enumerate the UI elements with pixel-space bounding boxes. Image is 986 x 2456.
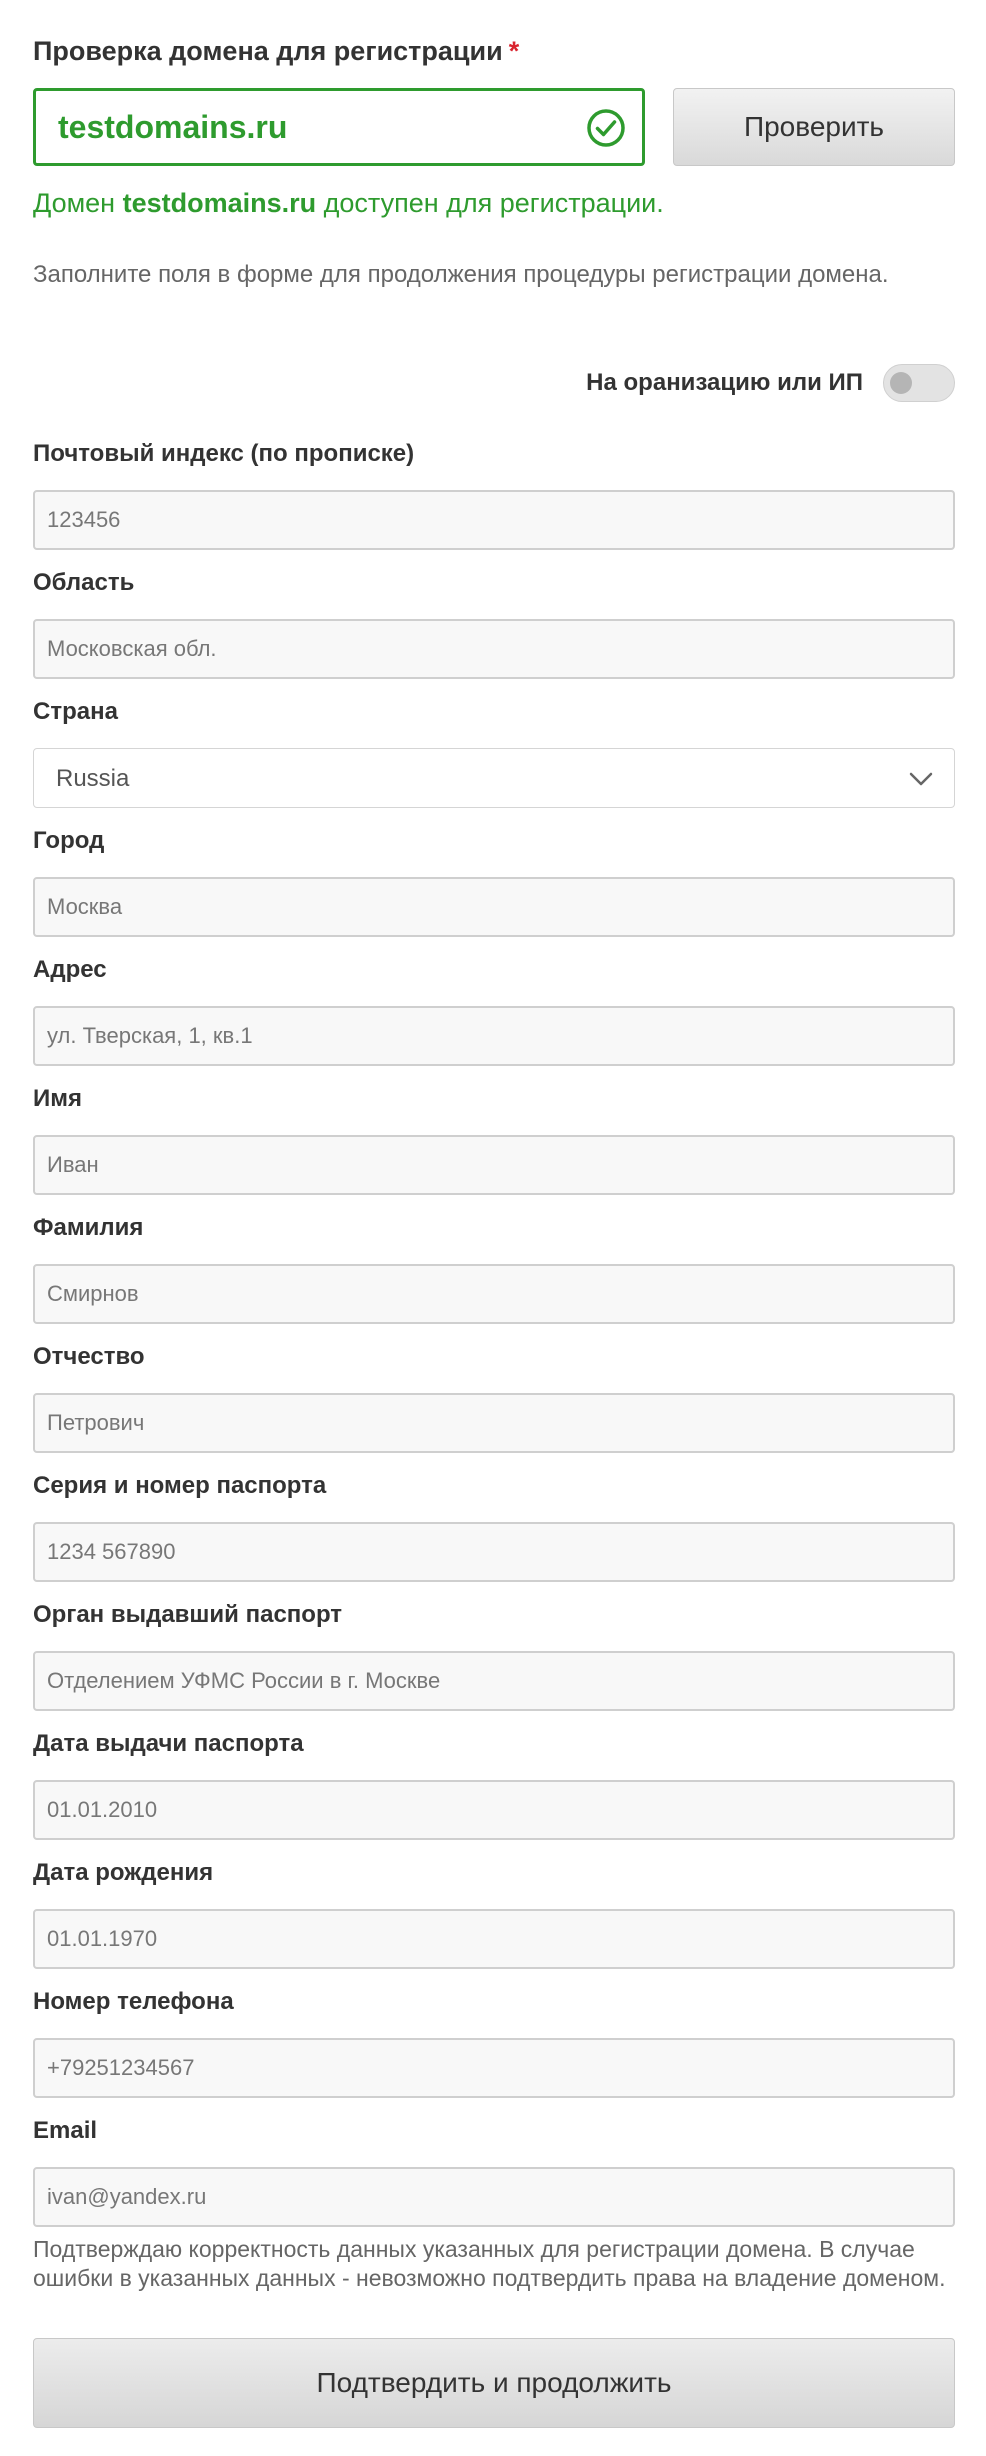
first-name-input[interactable] (33, 1135, 955, 1195)
confirm-and-continue-button[interactable]: Подтвердить и продолжить (33, 2338, 955, 2428)
phone-input[interactable] (33, 2038, 955, 2098)
region-label: Область (33, 569, 135, 596)
status-suffix: доступен для регистрации. (316, 188, 664, 218)
check-domain-button[interactable]: Проверить (673, 88, 955, 166)
patronymic-label: Отчество (33, 1343, 145, 1370)
postal-input[interactable] (33, 490, 955, 550)
address-input[interactable] (33, 1006, 955, 1066)
patronymic-input[interactable] (33, 1393, 955, 1453)
check-circle-icon (587, 109, 625, 147)
last-name-input[interactable] (33, 1264, 955, 1324)
phone-label: Номер телефона (33, 1988, 234, 2015)
intro-text: Заполните поля в форме для продолжения п… (33, 261, 889, 288)
address-label: Адрес (33, 956, 107, 983)
postal-label: Почтовый индекс (по прописке) (33, 440, 415, 467)
city-label: Город (33, 827, 105, 854)
passport-number-label: Серия и номер паспорта (33, 1472, 327, 1499)
status-domain: testdomains.ru (122, 188, 317, 218)
chevron-down-icon (909, 772, 933, 786)
domain-check-title-text: Проверка домена для регистрации (33, 36, 503, 66)
toggle-knob (890, 372, 912, 394)
city-input[interactable] (33, 877, 955, 937)
passport-date-input[interactable] (33, 1780, 955, 1840)
passport-issuer-input[interactable] (33, 1651, 955, 1711)
passport-date-label: Дата выдачи паспорта (33, 1730, 304, 1757)
country-select[interactable]: Russia (33, 748, 955, 808)
email-label: Email (33, 2117, 98, 2144)
organization-toggle-row: На оранизацию или ИП (586, 364, 955, 402)
email-input[interactable] (33, 2167, 955, 2227)
required-mark: * (508, 36, 520, 66)
passport-issuer-label: Орган выдавший паспорт (33, 1601, 343, 1628)
domain-availability-status: Домен testdomains.ru доступен для регист… (33, 188, 664, 219)
organization-toggle[interactable] (883, 364, 955, 402)
birth-date-label: Дата рождения (33, 1859, 214, 1886)
confirmation-note: Подтверждаю корректность данных указанны… (33, 2236, 946, 2291)
last-name-label: Фамилия (33, 1214, 144, 1241)
country-select-value: Russia (56, 765, 130, 792)
passport-number-input[interactable] (33, 1522, 955, 1582)
status-prefix: Домен (33, 188, 123, 218)
organization-toggle-label: На оранизацию или ИП (586, 369, 863, 396)
domain-check-title: Проверка домена для регистрации * (33, 36, 519, 67)
domain-input-wrapper (33, 88, 645, 166)
birth-date-input[interactable] (33, 1909, 955, 1969)
country-label: Страна (33, 698, 118, 725)
region-input[interactable] (33, 619, 955, 679)
domain-input[interactable] (36, 91, 642, 163)
first-name-label: Имя (33, 1085, 83, 1112)
